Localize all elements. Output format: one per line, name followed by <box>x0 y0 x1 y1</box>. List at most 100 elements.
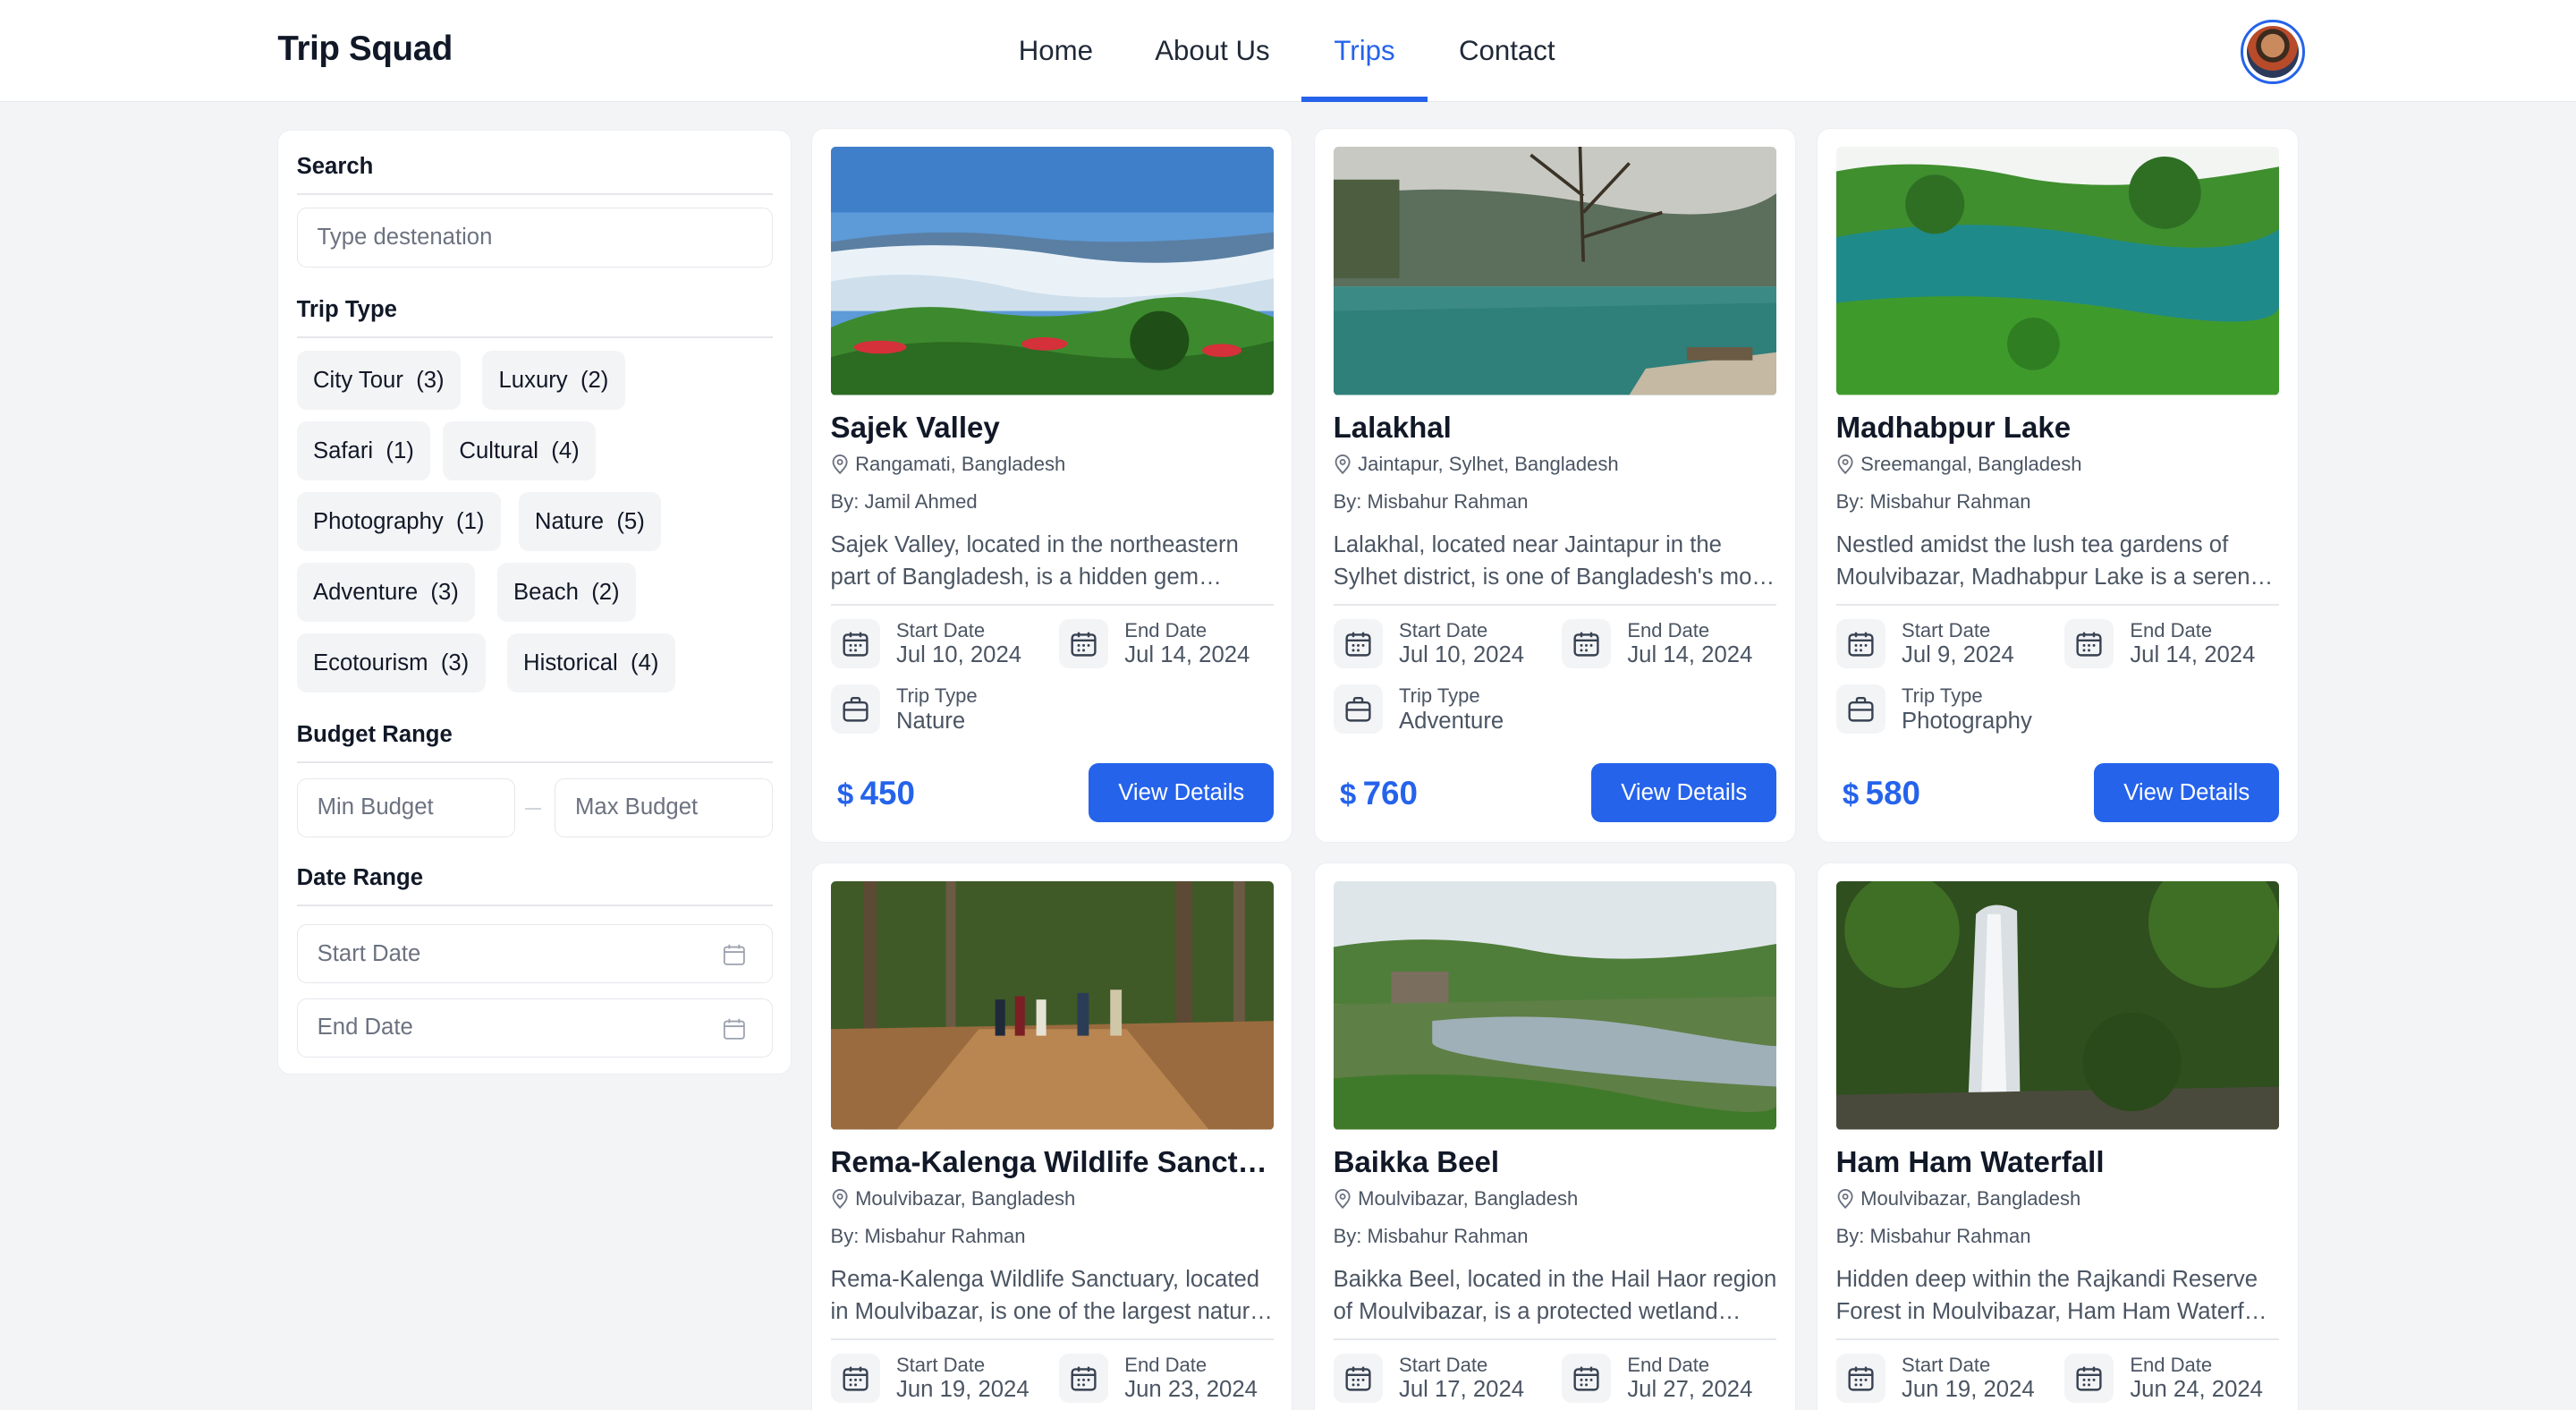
location-pin-icon <box>1335 1189 1351 1210</box>
trip-description: Hidden deep within the Rajkandi Reserve … <box>1835 1266 2267 1325</box>
trip-location: Rangamati, Bangladesh <box>831 453 1066 476</box>
chip-label: City Tour <box>312 367 403 393</box>
chip-count: (3) <box>430 579 459 605</box>
trip-author: By: Misbahur Rahman <box>1333 1225 1529 1248</box>
view-details-button[interactable]: View Details <box>2093 763 2280 823</box>
nav-active-indicator <box>1301 97 1428 102</box>
end-date-label: End Date <box>1124 1353 1208 1376</box>
min-budget-input[interactable] <box>317 794 495 821</box>
currency-symbol: $ <box>1842 778 1860 812</box>
start-date-value: Jun 19, 2024 <box>895 1377 1030 1403</box>
location-text: Rangamati, Bangladesh <box>855 453 1066 476</box>
divider <box>830 1338 1275 1340</box>
trip-type-chip-adventure[interactable]: Adventure (3) <box>296 563 476 623</box>
view-details-button[interactable]: View Details <box>1088 763 1275 823</box>
location-pin-icon <box>1837 1189 1853 1210</box>
start-date-label: Start Date <box>1902 618 1991 641</box>
price-amount: 450 <box>860 775 915 812</box>
trip-description: Lalakhal, located near Jaintapur in the … <box>1333 531 1770 590</box>
briefcase-icon <box>830 684 880 735</box>
view-details-button[interactable]: View Details <box>1590 763 1777 823</box>
trip-author: By: Misbahur Rahman <box>1835 490 2031 514</box>
search-field <box>296 208 774 268</box>
trip-title[interactable]: Baikka Beel <box>1334 1146 1777 1180</box>
chip-label: Photography <box>312 508 444 534</box>
trip-card-sajek-valley: Sajek Valley Rangamati, Bangladesh By: J… <box>811 128 1293 844</box>
end-date-field <box>296 998 774 1058</box>
user-avatar[interactable] <box>2241 20 2305 84</box>
trip-author: By: Misbahur Rahman <box>1333 490 1529 514</box>
trip-type-chip-photography[interactable]: Photography (1) <box>296 492 501 552</box>
nav-trips[interactable]: Trips <box>1334 35 1394 67</box>
nav-home[interactable]: Home <box>1019 35 1093 67</box>
trip-image[interactable] <box>1835 881 2280 1130</box>
nav-about-us[interactable]: About Us <box>1155 35 1269 67</box>
end-date-meta: End Date Jul 14, 2024 <box>2063 618 2255 670</box>
end-date-value: Jun 23, 2024 <box>1124 1377 1258 1403</box>
trip-type-meta: Trip Type Adventure <box>1333 684 1504 735</box>
location-pin-icon <box>1335 454 1351 475</box>
trip-image[interactable] <box>830 147 1275 395</box>
trip-type-chip-ecotourism[interactable]: Ecotourism (3) <box>296 633 486 693</box>
trip-title[interactable]: Madhabpur Lake <box>1836 412 2280 446</box>
end-date-label: End Date <box>1124 618 1208 641</box>
trip-title[interactable]: Lalakhal <box>1334 412 1777 446</box>
calendar-icon <box>1058 1353 1108 1403</box>
nav-contact[interactable]: Contact <box>1459 35 1555 67</box>
start-date-input[interactable] <box>317 940 753 967</box>
trip-card-ham-ham-waterfall: Ham Ham Waterfall Moulvibazar, Banglades… <box>1817 862 2299 1410</box>
trip-title[interactable]: Rema-Kalenga Wildlife Sanctuary <box>831 1146 1275 1180</box>
search-input[interactable] <box>317 224 753 251</box>
divider <box>296 192 774 195</box>
end-date-value: Jul 27, 2024 <box>1627 1377 1753 1403</box>
trip-type-chip-beach[interactable]: Beach (2) <box>496 563 636 623</box>
trip-image[interactable] <box>830 881 1275 1130</box>
calendar-icon <box>830 1353 880 1403</box>
location-text: Moulvibazar, Bangladesh <box>1358 1187 1579 1210</box>
briefcase-icon <box>1333 684 1383 735</box>
trip-type-label: Trip Type <box>895 684 978 708</box>
end-date-meta: End Date Jul 14, 2024 <box>1058 618 1250 670</box>
divider <box>296 905 774 906</box>
divider <box>296 761 774 764</box>
currency-symbol: $ <box>836 778 854 812</box>
trip-title[interactable]: Sajek Valley <box>831 412 1275 446</box>
trip-image[interactable] <box>1333 881 1777 1130</box>
end-date-meta: End Date Jul 27, 2024 <box>1561 1353 1753 1405</box>
end-date-label: End Date <box>2130 1353 2213 1376</box>
trip-type-chip-nature[interactable]: Nature (5) <box>518 492 662 552</box>
chip-count: (4) <box>551 437 580 463</box>
chip-count: (3) <box>440 650 470 675</box>
trip-type-label: Trip Type <box>1399 684 1480 708</box>
min-budget-field <box>296 777 515 837</box>
end-date-input[interactable] <box>317 1015 753 1041</box>
briefcase-icon <box>1835 684 1885 735</box>
divider <box>1333 1338 1777 1340</box>
max-budget-input[interactable] <box>574 794 753 821</box>
trip-image[interactable] <box>1333 147 1777 395</box>
trip-type-value: Adventure <box>1399 708 1504 734</box>
chip-count: (2) <box>580 367 609 393</box>
trip-type-chip-safari[interactable]: Safari (1) <box>296 421 431 481</box>
trip-price: $760 <box>1340 775 1418 812</box>
trip-type-label: Trip Type <box>1902 684 1983 708</box>
start-date-meta: Start Date Jul 10, 2024 <box>1333 618 1524 670</box>
main-nav: Home About Us Trips Contact <box>0 0 2576 102</box>
trip-title[interactable]: Ham Ham Waterfall <box>1836 1146 2280 1180</box>
location-text: Jaintapur, Sylhet, Bangladesh <box>1358 453 1619 476</box>
trip-location: Jaintapur, Sylhet, Bangladesh <box>1334 453 1619 476</box>
trip-type-chip-cultural[interactable]: Cultural (4) <box>443 421 597 481</box>
calendar-icon[interactable] <box>723 1017 746 1041</box>
trip-type-chip-city-tour[interactable]: City Tour (3) <box>296 351 461 411</box>
trip-type-chip-luxury[interactable]: Luxury (2) <box>482 351 625 411</box>
trip-location: Moulvibazar, Bangladesh <box>1334 1187 1579 1210</box>
calendar-icon <box>1561 618 1611 668</box>
start-date-label: Start Date <box>1902 1353 1991 1376</box>
trip-price: $450 <box>837 775 915 812</box>
end-date-meta: End Date Jun 24, 2024 <box>2063 1353 2263 1405</box>
trip-type-chip-historical[interactable]: Historical (4) <box>506 633 675 693</box>
trip-image[interactable] <box>1835 147 2280 395</box>
calendar-icon[interactable] <box>723 943 746 966</box>
chip-count: (4) <box>631 650 659 675</box>
search-heading: Search <box>296 153 374 179</box>
